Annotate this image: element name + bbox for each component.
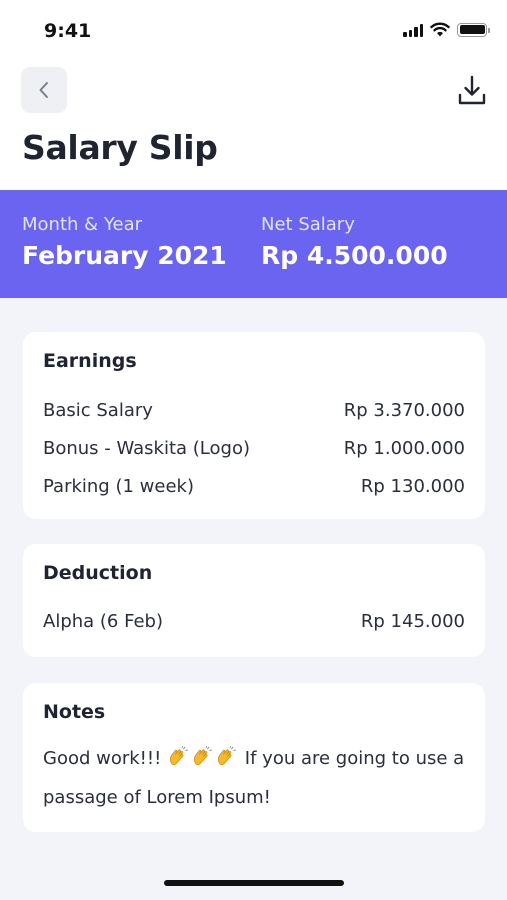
earnings-item-label: Parking (1 week) xyxy=(43,475,194,497)
download-button[interactable] xyxy=(455,72,489,108)
net-salary-block: Net Salary Rp 4.500.000 xyxy=(261,214,448,270)
earnings-list: Basic Salary Rp 3.370.000 Bonus - Waskit… xyxy=(43,391,465,505)
deduction-list: Alpha (6 Feb) Rp 145.000 xyxy=(43,602,465,640)
month-year-block: Month & Year February 2021 xyxy=(22,214,227,270)
earnings-title: Earnings xyxy=(43,350,137,372)
earnings-item-amount: Rp 1.000.000 xyxy=(343,437,465,459)
deduction-title: Deduction xyxy=(43,562,153,584)
wifi-icon xyxy=(430,22,450,37)
net-salary-label: Net Salary xyxy=(261,214,355,235)
notes-text-before: Good work!!! xyxy=(43,748,162,769)
status-bar: 9:41 xyxy=(0,0,507,62)
chevron-left-icon xyxy=(39,82,48,98)
deduction-item-label: Alpha (6 Feb) xyxy=(43,610,163,632)
notes-title: Notes xyxy=(43,701,106,723)
net-salary-value: Rp 4.500.000 xyxy=(261,241,448,270)
status-time: 9:41 xyxy=(44,20,92,42)
download-icon xyxy=(458,75,486,105)
earnings-row: Basic Salary Rp 3.370.000 xyxy=(43,391,465,429)
earnings-item-amount: Rp 3.370.000 xyxy=(343,399,465,421)
month-year-label: Month & Year xyxy=(22,214,143,235)
clapping-hands-icon xyxy=(167,746,245,769)
earnings-card: Earnings Basic Salary Rp 3.370.000 Bonus… xyxy=(23,332,485,519)
earnings-row: Parking (1 week) Rp 130.000 xyxy=(43,467,465,505)
page-title: Salary Slip xyxy=(22,128,218,167)
notes-card: Notes Good work!!! If you are going to u… xyxy=(23,683,485,832)
top-section: 9:41 Salary Slip xyxy=(0,0,507,190)
status-icons xyxy=(403,22,490,37)
deduction-row: Alpha (6 Feb) Rp 145.000 xyxy=(43,602,465,640)
earnings-item-label: Basic Salary xyxy=(43,399,153,421)
deduction-card: Deduction Alpha (6 Feb) Rp 145.000 xyxy=(23,544,485,657)
earnings-item-amount: Rp 130.000 xyxy=(360,475,465,497)
battery-icon xyxy=(457,22,490,37)
earnings-row: Bonus - Waskita (Logo) Rp 1.000.000 xyxy=(43,429,465,467)
back-button[interactable] xyxy=(21,67,67,113)
home-indicator[interactable] xyxy=(164,880,344,886)
signal-icon xyxy=(403,23,423,37)
notes-text: Good work!!! If you are going to use a p… xyxy=(43,739,465,817)
salary-summary-banner: Month & Year February 2021 Net Salary Rp… xyxy=(0,190,507,298)
month-year-value: February 2021 xyxy=(22,241,227,270)
earnings-item-label: Bonus - Waskita (Logo) xyxy=(43,437,250,459)
deduction-item-amount: Rp 145.000 xyxy=(360,610,465,632)
